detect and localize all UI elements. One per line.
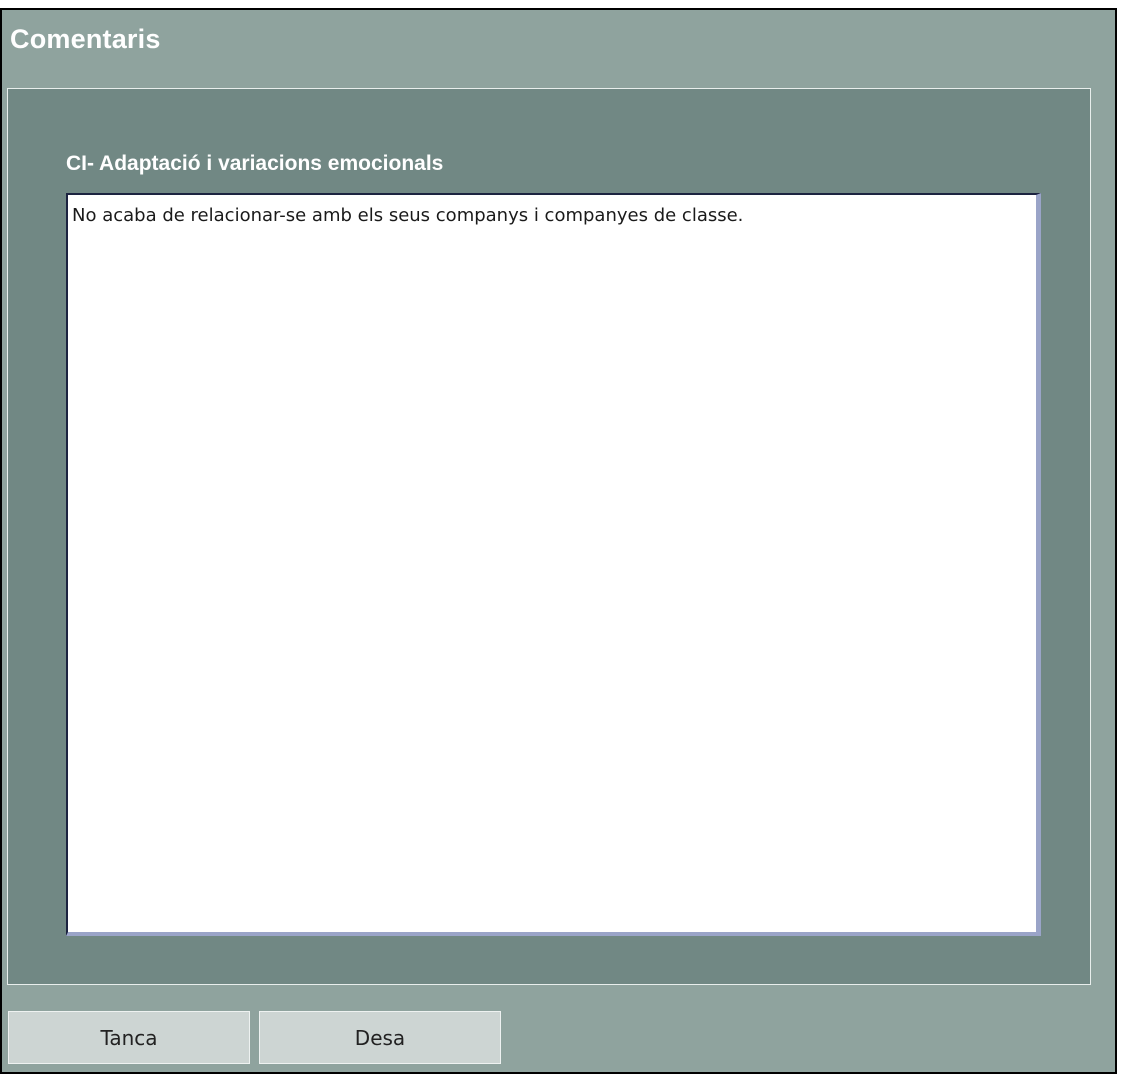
comment-textarea[interactable]: No acaba de relacionar-se amb els seus c…: [66, 193, 1041, 936]
dialog-title: Comentaris: [10, 24, 161, 54]
save-button[interactable]: Desa: [259, 1011, 501, 1064]
close-button[interactable]: Tanca: [8, 1011, 250, 1064]
comment-panel: CI- Adaptació i variacions emocionals No…: [7, 88, 1091, 985]
comment-field-label: CI- Adaptació i variacions emocionals: [66, 152, 444, 175]
comments-dialog: Comentaris CI- Adaptació i variacions em…: [0, 8, 1117, 1074]
